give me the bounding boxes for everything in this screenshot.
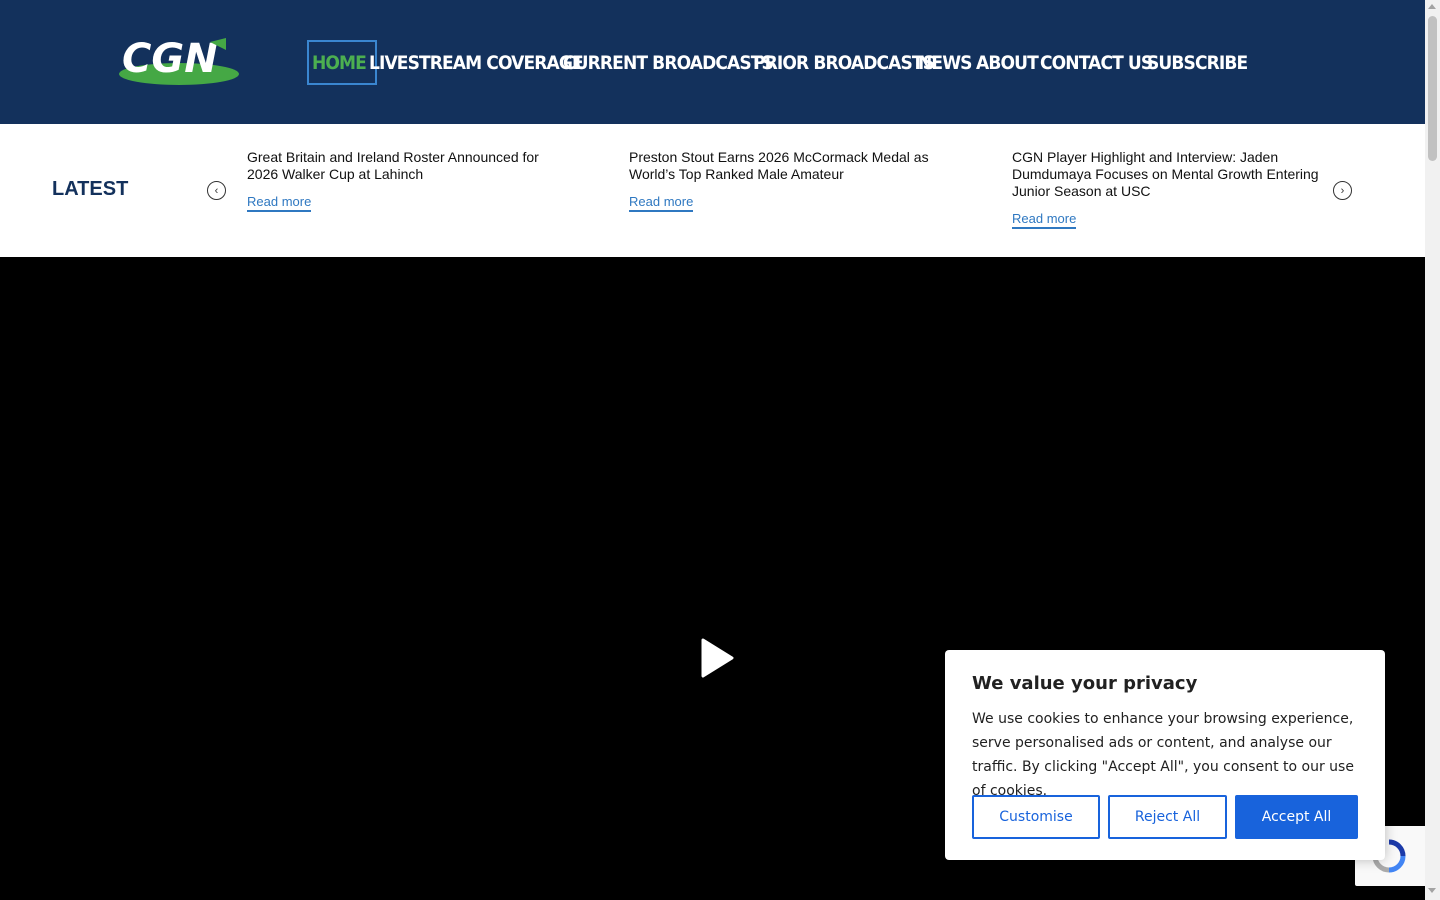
page-scrollbar[interactable] (1425, 0, 1440, 900)
carousel-next-button[interactable]: › (1333, 181, 1352, 200)
nav-news-label: NEWS (918, 51, 972, 74)
latest-heading: LATEST (52, 178, 129, 200)
read-more-link[interactable]: Read more (1012, 211, 1077, 229)
nav-current-label: CURRENT BROADCASTS (563, 51, 774, 74)
nav-subscribe[interactable]: SUBSCRIBE (1147, 40, 1258, 85)
news-item: Preston Stout Earns 2026 McCormack Medal… (629, 149, 949, 212)
nav-home[interactable]: HOME (307, 40, 377, 85)
nav-about-label: ABOUT (976, 51, 1039, 74)
nav-subscribe-label: SUBSCRIBE (1147, 51, 1248, 74)
scroll-up-arrow-icon[interactable] (1428, 4, 1436, 9)
read-more-link[interactable]: Read more (629, 194, 694, 212)
site-header: CGN HOME LIVESTREAM COVERAGE CURRENT BRO… (0, 0, 1425, 124)
news-title[interactable]: Preston Stout Earns 2026 McCormack Medal… (629, 149, 949, 183)
customise-button[interactable]: Customise (972, 795, 1100, 839)
cookie-description: We use cookies to enhance your browsing … (972, 711, 1354, 799)
carousel-prev-button[interactable]: ‹ (207, 181, 226, 200)
news-item: Great Britain and Ireland Roster Announc… (247, 149, 567, 212)
logo-text: CGN (122, 36, 218, 82)
news-title[interactable]: CGN Player Highlight and Interview: Jade… (1012, 149, 1332, 200)
cgn-logo[interactable]: CGN (118, 36, 240, 86)
nav-prior-label: PRIOR BROADCASTS (753, 51, 935, 74)
chevron-right-icon: › (1340, 184, 1345, 197)
news-item: CGN Player Highlight and Interview: Jade… (1012, 149, 1332, 229)
news-title[interactable]: Great Britain and Ireland Roster Announc… (247, 149, 567, 183)
nav-news[interactable]: NEWS (918, 40, 978, 85)
cookie-consent-dialog: We value your privacy We use cookies to … (945, 650, 1385, 860)
play-icon[interactable] (700, 638, 734, 678)
nav-contact-label: CONTACT US (1040, 51, 1153, 74)
nav-about[interactable]: ABOUT (976, 40, 1045, 85)
reject-all-button[interactable]: Reject All (1108, 795, 1227, 839)
nav-home-label: HOME (312, 51, 367, 74)
read-more-link[interactable]: Read more (247, 194, 312, 212)
accept-all-button[interactable]: Accept All (1235, 795, 1358, 839)
chevron-left-icon: ‹ (214, 184, 219, 197)
cookie-title: We value your privacy (972, 673, 1198, 694)
scrollbar-thumb[interactable] (1428, 16, 1437, 161)
scroll-down-arrow-icon[interactable] (1428, 888, 1436, 893)
nav-livestream-label: LIVESTREAM COVERAGE (369, 51, 584, 74)
